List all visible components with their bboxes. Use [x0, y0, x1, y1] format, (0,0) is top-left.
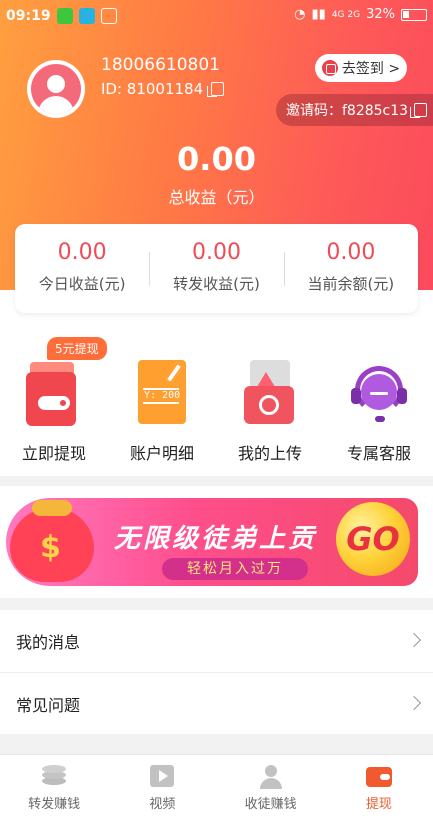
- network-type: 4G 2G: [331, 9, 361, 20]
- invite-code-text: 邀请码：f8285c13: [286, 103, 409, 119]
- stat-label: 当前余额(元): [307, 275, 395, 293]
- list-item-label: 常见问题: [16, 695, 81, 715]
- quick-item-account-details[interactable]: Y: 200 账户明细: [108, 360, 216, 464]
- customer-service-icon: [351, 360, 407, 426]
- banner-subtitle: 轻松月入过万: [162, 558, 308, 580]
- menu-list: 我的消息 常见问题: [0, 610, 433, 734]
- avatar[interactable]: [27, 60, 85, 118]
- tab-withdraw[interactable]: 提现: [325, 755, 433, 816]
- video-icon: [149, 765, 175, 789]
- promo-section: $ 无限级徒弟上贡 轻松月入过万 GO: [0, 486, 433, 598]
- stat-today: 0.00 今日收益(元): [15, 224, 149, 313]
- tab-label: 收徒赚钱: [244, 797, 297, 812]
- tab-label: 提现: [365, 797, 392, 812]
- list-item-label: 我的消息: [16, 633, 81, 652]
- status-bar: 09:19 ◔ ▮▮ 4G 2G 32%: [0, 0, 433, 32]
- quick-menu: 立即提现 Y: 200 账户明细 我的上传 专属客服: [0, 290, 433, 476]
- signin-button[interactable]: 去签到 >: [315, 54, 407, 82]
- ledger-icon: Y: 200: [134, 360, 190, 426]
- promo-banner[interactable]: $ 无限级徒弟上贡 轻松月入过万 GO: [6, 498, 418, 586]
- quick-item-my-uploads[interactable]: 我的上传: [216, 360, 324, 464]
- stat-label: 今日收益(元): [38, 275, 126, 293]
- profile-phone: 18006610801: [101, 55, 220, 75]
- coin-icon: [321, 60, 338, 76]
- user-icon: [258, 765, 284, 789]
- tab-label: 转发赚钱: [28, 797, 81, 812]
- invite-code[interactable]: 邀请码：f8285c13: [276, 94, 433, 126]
- notification-icon: [100, 8, 117, 24]
- upload-photo-icon: [242, 360, 298, 426]
- list-item-messages[interactable]: 我的消息: [0, 610, 433, 672]
- profile-id-row: ID: 81001184: [101, 80, 225, 98]
- stat-value: 0.00: [57, 240, 107, 265]
- tab-label: 视频: [149, 797, 176, 812]
- profile-id: ID: 81001184: [101, 80, 204, 98]
- copy-id-icon[interactable]: [207, 82, 225, 97]
- tab-forward-earn[interactable]: 转发赚钱: [0, 755, 108, 816]
- quick-item-withdraw[interactable]: 立即提现: [0, 360, 108, 464]
- stats-card: 0.00 今日收益(元) 0.00 转发收益(元) 0.00 当前余额(元): [15, 224, 418, 313]
- total-earnings-label: 总收益（元）: [168, 188, 265, 207]
- wifi-icon: ◔: [294, 7, 306, 22]
- wallet-icon: [26, 360, 82, 426]
- tab-recruit-earn[interactable]: 收徒赚钱: [217, 755, 325, 816]
- signin-label: 去签到 >: [341, 61, 401, 77]
- chevron-right-icon: [406, 695, 422, 711]
- go-button[interactable]: GO: [336, 502, 410, 576]
- quick-item-label: 专属客服: [346, 444, 411, 463]
- stat-balance: 0.00 当前余额(元): [283, 224, 418, 313]
- list-item-faq[interactable]: 常见问题: [0, 672, 433, 734]
- money-bag-icon: $: [10, 500, 94, 582]
- stat-forward: 0.00 转发收益(元): [149, 224, 283, 313]
- quick-item-label: 立即提现: [21, 444, 86, 463]
- status-time: 09:19: [6, 8, 51, 24]
- quick-item-customer-service[interactable]: 专属客服: [325, 360, 433, 464]
- withdraw-badge: 5元提现: [47, 337, 107, 360]
- stat-value: 0.00: [192, 240, 241, 265]
- scan-icon: [78, 8, 95, 24]
- signal-icon: ▮▮: [311, 7, 326, 22]
- quick-item-label: 账户明细: [129, 444, 194, 463]
- battery-icon: [401, 8, 427, 21]
- battery-level: 32%: [366, 7, 395, 22]
- coins-icon: [41, 765, 67, 789]
- stat-value: 0.00: [326, 240, 376, 265]
- wallet-icon: [365, 765, 392, 789]
- chevron-right-icon: [406, 632, 422, 648]
- copy-invite-icon[interactable]: [410, 103, 428, 118]
- banner-title: 无限级徒弟上贡: [114, 524, 318, 554]
- quick-item-label: 我的上传: [237, 444, 302, 463]
- total-earnings: 0.00: [177, 140, 256, 178]
- stat-label: 转发收益(元): [173, 275, 260, 293]
- wechat-icon: [56, 8, 73, 24]
- tab-video[interactable]: 视频: [108, 755, 216, 816]
- bottom-tab-bar: 转发赚钱 视频 收徒赚钱 提现: [0, 754, 433, 816]
